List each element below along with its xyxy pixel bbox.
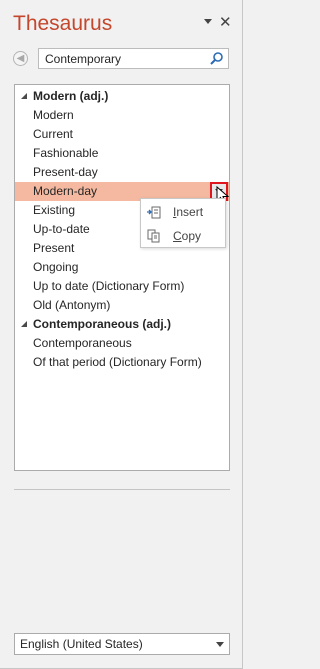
context-menu-insert[interactable]: Insert — [141, 200, 225, 224]
search-box[interactable] — [38, 48, 229, 69]
list-item[interactable]: Present-day — [15, 163, 229, 182]
list-item[interactable]: Current — [15, 125, 229, 144]
group-heading[interactable]: Modern (adj.) — [15, 87, 229, 106]
arrow-left-icon: ◀ — [16, 53, 25, 64]
list-item[interactable]: Ongoing — [15, 258, 229, 277]
divider — [14, 489, 230, 490]
list-item-label: Modern-day — [33, 184, 98, 198]
close-icon[interactable]: ✕ — [219, 13, 232, 31]
pane-title: Thesaurus — [13, 12, 113, 35]
insert-icon — [147, 206, 161, 219]
language-select[interactable]: English (United States) — [14, 633, 230, 655]
chevron-down-icon[interactable] — [216, 642, 224, 647]
list-item[interactable]: Fashionable — [15, 144, 229, 163]
context-menu: Insert Copy — [140, 198, 226, 248]
group-heading[interactable]: Contemporaneous (adj.) — [15, 315, 229, 334]
language-select-value: English (United States) — [20, 637, 143, 651]
list-item[interactable]: Of that period (Dictionary Form) — [15, 353, 229, 372]
expanded-triangle-icon[interactable] — [21, 321, 27, 327]
expanded-triangle-icon[interactable] — [21, 93, 27, 99]
list-item[interactable]: Modern — [15, 106, 229, 125]
search-input[interactable] — [45, 51, 205, 66]
results-list[interactable]: Modern (adj.) Modern Current Fashionable… — [14, 84, 230, 471]
list-item[interactable]: Old (Antonym) — [15, 296, 229, 315]
copy-icon — [147, 229, 160, 243]
back-button[interactable]: ◀ — [13, 51, 28, 66]
context-menu-copy[interactable]: Copy — [141, 224, 225, 248]
list-item[interactable]: Contemporaneous — [15, 334, 229, 353]
thesaurus-pane: Thesaurus ✕ ◀ Modern (adj.) Modern Curre… — [0, 0, 243, 669]
chevron-down-icon[interactable] — [204, 19, 212, 24]
list-item[interactable]: Up to date (Dictionary Form) — [15, 277, 229, 296]
search-icon[interactable] — [209, 51, 224, 66]
